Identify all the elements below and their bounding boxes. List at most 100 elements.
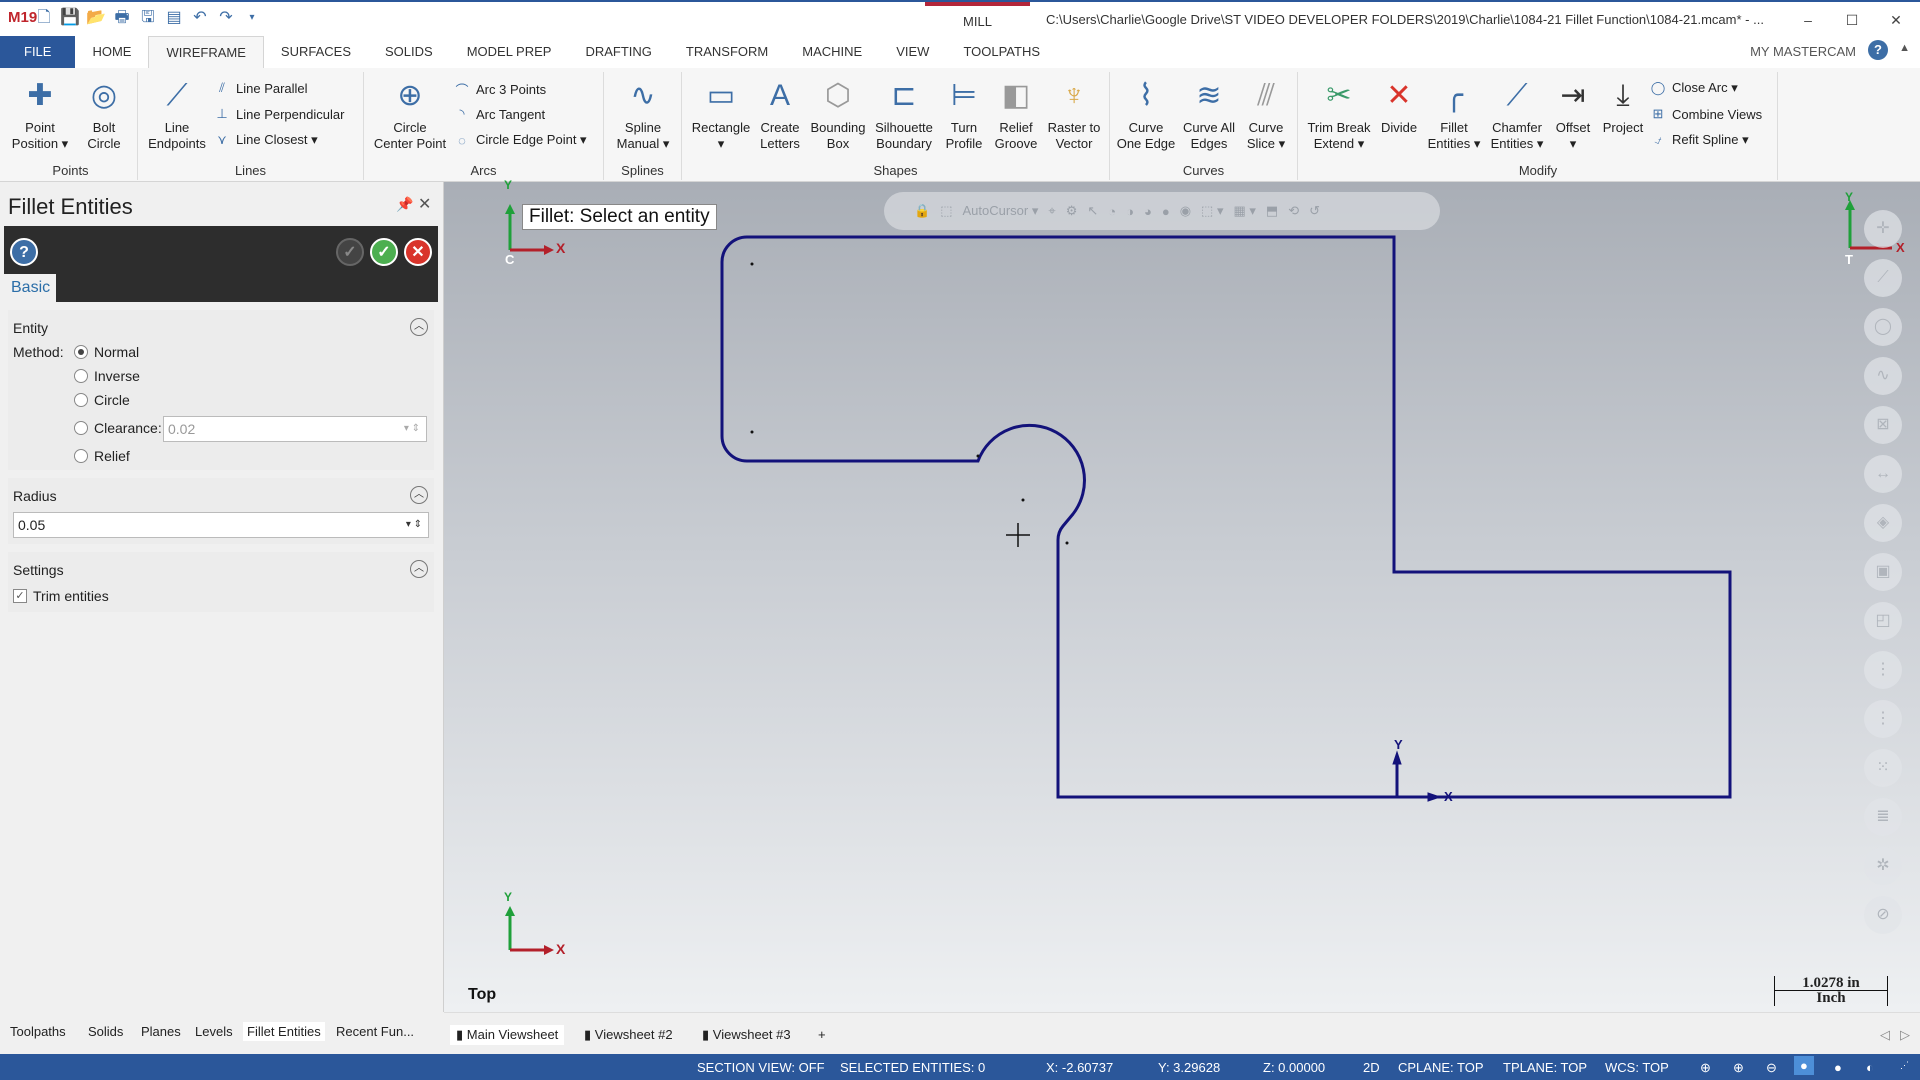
radio-clearance[interactable]: Clearance:: [74, 420, 162, 436]
cancel-icon[interactable]: ✕: [404, 238, 432, 266]
curve-slice-button[interactable]: ⫻ Curve Slice ▾: [1240, 76, 1292, 152]
undo-icon[interactable]: ↶: [190, 8, 210, 28]
help-icon[interactable]: ?: [1868, 40, 1888, 60]
curve-one-edge-button[interactable]: ⌇ Curve One Edge: [1114, 76, 1178, 152]
save-as-icon[interactable]: 🖫: [138, 8, 158, 28]
radio-relief[interactable]: Relief: [74, 448, 130, 464]
quick-mask-arcs-icon[interactable]: ◯: [1864, 308, 1902, 346]
tab-fillet-entities[interactable]: Fillet Entities: [243, 1022, 325, 1041]
file-properties-icon[interactable]: ▤: [164, 8, 184, 28]
tab-viewsheet-3[interactable]: ▮ Viewsheet #3: [696, 1025, 797, 1045]
close-window-button[interactable]: ✕: [1876, 8, 1916, 32]
select-mode-icon[interactable]: ◕: [1144, 204, 1152, 219]
clear-quick-masks-icon[interactable]: ⊘: [1864, 896, 1902, 934]
panel-close-icon[interactable]: ✕: [418, 194, 431, 214]
add-viewsheet-button[interactable]: +: [812, 1025, 832, 1044]
relief-groove-button[interactable]: ◧ Relief Groove: [990, 76, 1042, 152]
tab-toolpaths[interactable]: TOOLPATHS: [946, 36, 1057, 68]
shaded-with-edges-icon[interactable]: ●: [1834, 1060, 1842, 1075]
quick-mask-surfaces-icon[interactable]: ⊠: [1864, 406, 1902, 444]
customize-dropdown-icon[interactable]: ▾: [242, 8, 262, 28]
select-mode-icon[interactable]: ◑: [1126, 204, 1134, 219]
redo-icon[interactable]: ↷: [216, 8, 236, 28]
collapse-radius-icon[interactable]: ︿: [410, 486, 428, 504]
radio-circle[interactable]: Circle: [74, 392, 130, 408]
tab-solids-manager[interactable]: Solids: [84, 1022, 127, 1041]
pointer-icon[interactable]: ↖: [1087, 203, 1098, 219]
clearance-input[interactable]: 0.02 ▾ ⇕: [163, 416, 427, 442]
tab-drafting[interactable]: DRAFTING: [568, 36, 668, 68]
trim-break-extend-button[interactable]: ✂ Trim Break Extend ▾: [1304, 76, 1374, 152]
curve-all-edges-button[interactable]: ≋ Curve All Edges: [1178, 76, 1240, 152]
tab-model-prep[interactable]: MODEL PREP: [450, 36, 569, 68]
tab-recent-functions[interactable]: Recent Fun...: [332, 1022, 418, 1041]
tab-machine[interactable]: MACHINE: [785, 36, 879, 68]
radius-input[interactable]: 0.05 ▾ ⇕: [13, 512, 429, 538]
divide-button[interactable]: ✕ Divide: [1376, 76, 1422, 136]
tab-transform[interactable]: TRANSFORM: [669, 36, 785, 68]
quick-mask-settings-icon[interactable]: ✲: [1864, 847, 1902, 885]
quick-mask-results-icon[interactable]: ⋮: [1864, 700, 1902, 738]
unselect-icon[interactable]: ↺: [1309, 203, 1320, 219]
offset-button[interactable]: ⇥ Offset ▾: [1550, 76, 1596, 152]
select-mode-icon[interactable]: ●: [1162, 204, 1170, 219]
section-view-status[interactable]: SECTION VIEW: OFF: [697, 1060, 825, 1075]
window-selection-icon[interactable]: ▦ ▾: [1233, 203, 1255, 219]
circle-edge-point-button[interactable]: ◌ Circle Edge Point ▾: [454, 132, 586, 148]
tab-basic[interactable]: Basic: [4, 274, 56, 302]
quick-mask-lines-icon[interactable]: ⟋: [1864, 259, 1902, 297]
wcs-status[interactable]: WCS: TOP: [1605, 1060, 1669, 1075]
select-only-icon[interactable]: ⟲: [1288, 203, 1299, 219]
chamfer-entities-button[interactable]: ⟋ Chamfer Entities ▾: [1486, 76, 1548, 152]
radio-inverse[interactable]: Inverse: [74, 368, 140, 384]
save-icon[interactable]: 💾: [60, 8, 80, 28]
bolt-circle-button[interactable]: ◎ Bolt Circle: [76, 76, 132, 152]
verify-selection-icon[interactable]: ◉: [1180, 203, 1191, 219]
tab-home[interactable]: HOME: [75, 36, 148, 68]
tab-viewsheet-2[interactable]: ▮ Viewsheet #2: [578, 1025, 679, 1045]
z-depth[interactable]: Z: 0.00000: [1263, 1060, 1325, 1075]
maximize-button[interactable]: ☐: [1832, 8, 1872, 32]
lock-icon[interactable]: 🔒: [914, 203, 930, 219]
tab-planes-manager[interactable]: Planes: [137, 1022, 185, 1041]
tab-wireframe[interactable]: WIREFRAME: [148, 36, 264, 68]
2d-3d-toggle[interactable]: 2D: [1363, 1060, 1380, 1075]
tab-toolpaths-manager[interactable]: Toolpaths: [6, 1022, 70, 1041]
open-icon[interactable]: 📂: [86, 8, 106, 28]
close-arc-button[interactable]: ◯ Close Arc ▾: [1650, 80, 1738, 96]
quick-mask-color-icon[interactable]: ⁙: [1864, 749, 1902, 787]
radio-normal[interactable]: Normal: [74, 344, 139, 360]
hidden-line-icon[interactable]: ⊕: [1733, 1060, 1744, 1076]
select-cursor-icon[interactable]: ⬚: [940, 203, 952, 219]
bounding-box-button[interactable]: ⬡ Bounding Box: [806, 76, 870, 152]
cplane-status[interactable]: CPLANE: TOP: [1398, 1060, 1484, 1075]
combine-views-button[interactable]: ⊞ Combine Views: [1650, 106, 1763, 122]
ok-icon[interactable]: ✓: [370, 238, 398, 266]
standard-selection-icon[interactable]: ⬚ ▾: [1201, 203, 1223, 219]
quick-mask-levels-icon[interactable]: ≣: [1864, 798, 1902, 836]
raster-to-vector-button[interactable]: ♆ Raster to Vector: [1042, 76, 1106, 152]
tab-main-viewsheet[interactable]: ▮ Main Viewsheet: [450, 1025, 565, 1045]
collapse-ribbon-icon[interactable]: ▲: [1899, 42, 1910, 54]
snap-icon[interactable]: ⌖: [1048, 203, 1055, 219]
line-closest-button[interactable]: ⋎ Line Closest ▾: [214, 132, 317, 148]
tab-solids[interactable]: SOLIDS: [368, 36, 450, 68]
tplane-status[interactable]: TPLANE: TOP: [1503, 1060, 1587, 1075]
autocursor-dropdown[interactable]: AutoCursor ▾: [962, 203, 1038, 219]
resize-grip-icon[interactable]: ⋰: [1900, 1060, 1909, 1071]
arc-tangent-button[interactable]: ◝ Arc Tangent: [454, 106, 545, 122]
silhouette-boundary-button[interactable]: ⊏ Silhouette Boundary: [870, 76, 938, 152]
create-letters-button[interactable]: A Create Letters: [754, 76, 806, 152]
minimize-button[interactable]: ‒: [1788, 8, 1828, 32]
ok-and-create-new-icon[interactable]: ✓: [336, 238, 364, 266]
hidden-line-removed-icon[interactable]: ⊖: [1766, 1060, 1777, 1076]
wireframe-display-icon[interactable]: ⊕: [1700, 1060, 1711, 1076]
fillet-entities-button[interactable]: ╭ Fillet Entities ▾: [1424, 76, 1484, 152]
snap-settings-icon[interactable]: ⚙: [1066, 203, 1078, 219]
quick-mask-solids-icon[interactable]: ◈: [1864, 504, 1902, 542]
scroll-left-icon[interactable]: ◁: [1880, 1027, 1890, 1043]
rectangle-button[interactable]: ▭ Rectangle ▾: [690, 76, 752, 152]
tab-view[interactable]: VIEW: [879, 36, 946, 68]
select-mode-icon[interactable]: ◔: [1108, 204, 1116, 219]
circle-center-point-button[interactable]: ⊕ Circle Center Point: [368, 76, 452, 152]
